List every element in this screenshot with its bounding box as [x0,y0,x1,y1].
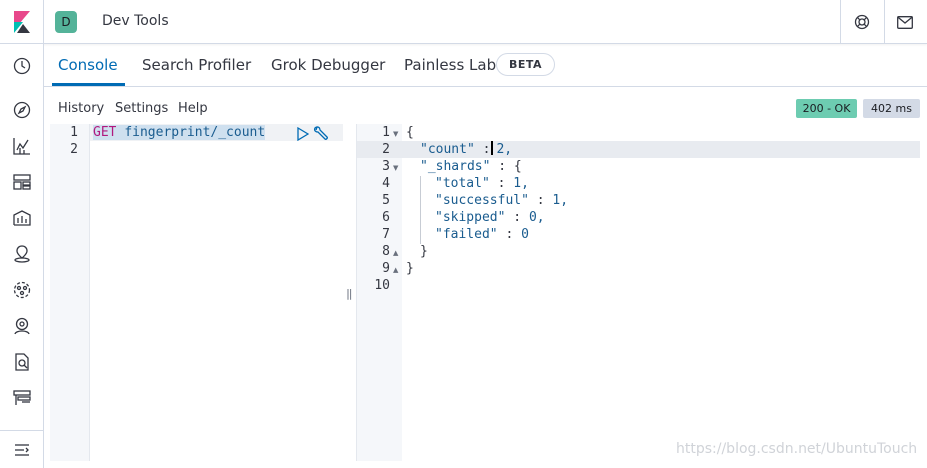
beta-badge: BETA [496,53,555,76]
settings-link[interactable]: Settings [115,101,168,116]
help-lifebuoy-icon[interactable] [850,10,874,34]
response-line: { [406,125,414,140]
line-number: 10 [374,278,390,293]
response-line: "skipped" : 0, [435,210,545,225]
line-number: 5 [382,193,390,208]
response-line: } [406,261,414,276]
collapse-menu-icon[interactable] [0,430,44,468]
request-path: fingerprint/_count [124,125,266,140]
visualize-chart-icon[interactable] [11,135,33,157]
metrics-icon[interactable] [11,315,33,337]
tab-painless-lab[interactable]: Painless Lab [404,56,496,74]
line-number: 7 [382,227,390,242]
side-navigation [0,44,44,468]
line-number: 6 [382,210,390,225]
text-cursor [491,141,494,155]
request-line[interactable]: GET fingerprint/_count [93,124,266,141]
response-line: "successful" : 1, [435,193,569,208]
response-line: } [420,244,428,259]
mail-icon[interactable] [893,10,917,34]
tab-console[interactable]: Console [58,56,118,74]
app-title: Dev Tools [102,13,169,29]
dashboard-icon[interactable] [11,171,33,193]
discover-compass-icon[interactable] [11,99,33,121]
response-line: "_shards" : { [420,159,522,174]
fold-toggle-icon[interactable]: ▲ [393,266,398,274]
watermark: https://blog.csdn.net/UbuntuTouch [676,441,918,457]
response-line: "count" :2, [420,141,513,157]
header-divider [884,0,885,44]
request-method: GET [93,125,117,140]
request-editor[interactable] [90,124,343,461]
fold-toggle-icon[interactable]: ▼ [393,164,398,172]
line-number: 8 [382,244,390,259]
dev-tools-tabs: Console Search Profiler Grok Debugger Pa… [44,44,927,87]
response-time-badge: 402 ms [863,99,920,118]
top-header: D Dev Tools [0,0,927,44]
active-tab-indicator [52,83,125,86]
header-divider [840,0,841,44]
help-link[interactable]: Help [178,101,208,116]
line-number: 3 [382,159,390,174]
line-number: 2 [70,142,78,157]
kibana-logo-icon[interactable] [0,0,44,44]
ml-icon[interactable] [11,279,33,301]
line-number: 9 [382,261,390,276]
send-request-play-icon[interactable] [297,126,310,142]
canvas-icon[interactable] [11,207,33,229]
maps-icon[interactable] [11,243,33,265]
line-number: 1 [382,125,390,140]
indent-guide [420,176,421,244]
response-line: "failed" : 0 [435,227,529,242]
tab-search-profiler[interactable]: Search Profiler [142,56,251,74]
apm-icon[interactable] [11,387,33,409]
request-gutter [50,124,90,461]
fold-toggle-icon[interactable]: ▲ [393,249,398,257]
line-number: 4 [382,176,390,191]
line-number: 1 [70,125,78,140]
tab-grok-debugger[interactable]: Grok Debugger [271,56,385,74]
line-number: 2 [382,142,390,157]
logs-icon[interactable] [11,351,33,373]
recent-clock-icon[interactable] [11,55,33,77]
response-line: "total" : 1, [435,176,529,191]
panel-resizer[interactable]: ‖ [346,287,353,300]
request-actions-wrench-icon[interactable] [313,126,329,141]
status-badge: 200 - OK [796,99,857,118]
fold-toggle-icon[interactable]: ▼ [393,130,398,138]
history-link[interactable]: History [58,101,104,116]
space-avatar[interactable]: D [55,11,77,33]
